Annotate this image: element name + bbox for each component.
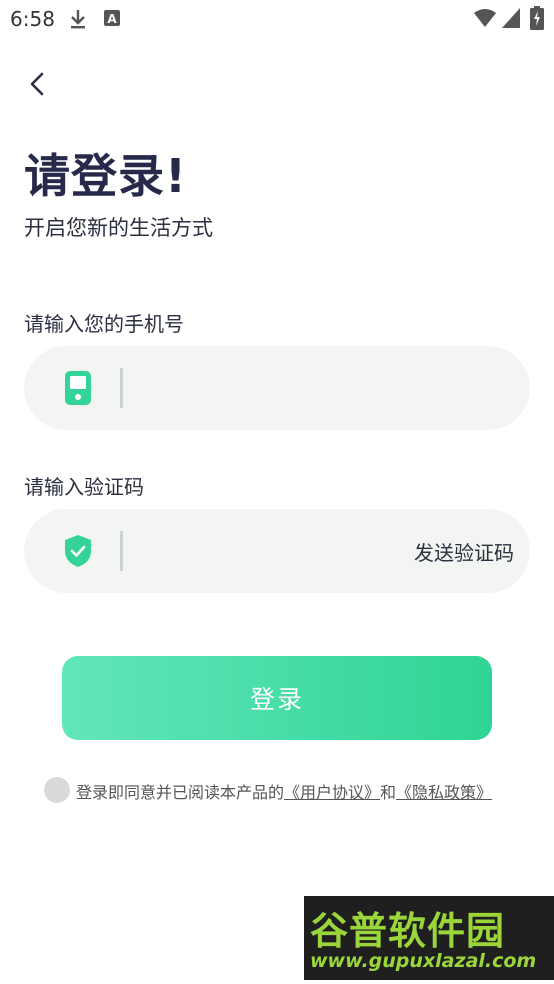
phone-divider bbox=[120, 368, 123, 408]
watermark-url: www.gupuxlazal.com bbox=[310, 950, 537, 972]
back-chevron-icon[interactable] bbox=[24, 66, 56, 102]
agreement-checkbox[interactable] bbox=[44, 777, 70, 803]
phone-input[interactable] bbox=[134, 366, 398, 412]
a-icon: A bbox=[104, 10, 120, 26]
agreement-text: 登录即同意并已阅读本产品的《用户协议》和《隐私政策》 bbox=[76, 779, 492, 803]
watermark: 谷普软件园 www.gupuxlazal.com bbox=[304, 896, 554, 980]
battery-icon bbox=[530, 6, 544, 30]
phone-icon bbox=[65, 371, 91, 405]
shield-check-icon bbox=[65, 535, 91, 567]
signal-icon bbox=[502, 8, 520, 28]
login-button[interactable]: 登录 bbox=[62, 656, 492, 740]
status-time: 6:58 bbox=[10, 7, 55, 31]
code-input[interactable] bbox=[134, 529, 398, 575]
send-code-button[interactable]: 发送验证码 bbox=[414, 537, 514, 566]
watermark-logo: 谷普软件园 bbox=[310, 909, 506, 953]
user-agreement-link[interactable]: 《用户协议》 bbox=[284, 783, 380, 802]
svg-text:A: A bbox=[107, 12, 117, 26]
code-label: 请输入验证码 bbox=[24, 475, 144, 499]
agreement-prefix: 登录即同意并已阅读本产品的 bbox=[76, 783, 285, 802]
privacy-policy-link[interactable]: 《隐私政策》 bbox=[396, 783, 492, 802]
code-divider bbox=[120, 531, 123, 571]
agreement-conjunction: 和 bbox=[380, 783, 397, 802]
code-field[interactable]: 发送验证码 bbox=[24, 509, 530, 593]
wifi-icon bbox=[474, 9, 496, 27]
status-bar: 6:58 A bbox=[0, 0, 554, 38]
page-title: 请登录! bbox=[24, 149, 187, 203]
phone-label: 请输入您的手机号 bbox=[24, 312, 184, 336]
page-subtitle: 开启您新的生活方式 bbox=[24, 216, 213, 240]
download-icon bbox=[71, 10, 85, 29]
phone-field[interactable] bbox=[24, 346, 530, 430]
